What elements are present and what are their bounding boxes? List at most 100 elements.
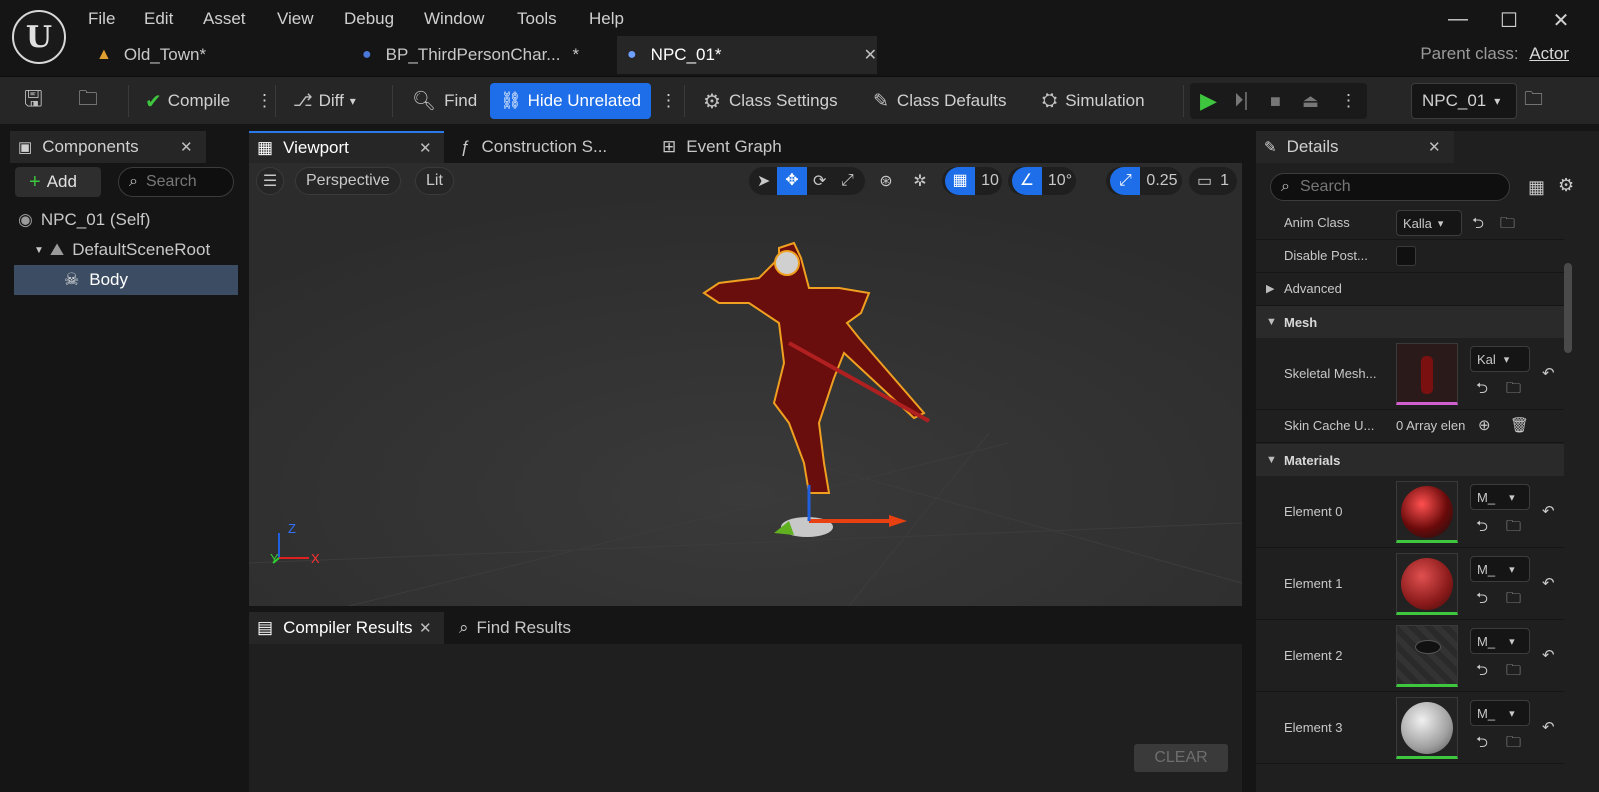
find-button[interactable]: 🔍︎ Find [412,77,477,125]
class-settings-button[interactable]: ⚙ Class Settings [703,77,838,125]
prop-advanced[interactable]: ▶ Advanced [1256,273,1564,306]
details-scrollbar[interactable] [1564,263,1572,353]
close-icon[interactable]: ✕ [419,139,432,157]
rotation-snap-control[interactable]: ∠ 10° [1008,167,1076,195]
browse-icon[interactable]: 🗀 [1506,588,1521,613]
close-icon[interactable]: ✕ [1546,8,1576,33]
compile-options-button[interactable]: ⋮ [256,77,273,125]
eject-icon[interactable]: ⏏ [1302,91,1319,112]
debug-object-dropdown[interactable]: NPC_01 ▾ [1411,83,1517,119]
use-selected-icon[interactable]: ⮌ [1476,732,1488,757]
browse-icon[interactable]: 🗀 [1506,732,1521,757]
browse-button[interactable]: 🗀 [78,77,98,125]
menu-help[interactable]: Help [589,9,624,29]
camera-speed-control[interactable]: ▭ 1 [1189,167,1237,195]
menu-file[interactable]: File [88,9,115,29]
lit-button[interactable]: Lit [415,167,454,195]
parent-class-link[interactable]: Actor [1529,44,1569,63]
menu-edit[interactable]: Edit [144,9,173,29]
tab-npc-01[interactable]: ● NPC_01* ✕ [617,36,877,74]
browse-icon[interactable]: 🗀 [1506,378,1521,403]
disable-post-checkbox[interactable] [1396,246,1416,266]
tab-old-town[interactable]: ▲ Old_Town* [88,36,338,74]
menu-asset[interactable]: Asset [203,9,246,29]
reset-icon[interactable]: ↶ [1542,718,1555,736]
more-vertical-icon[interactable]: ⋮ [1340,91,1357,111]
reset-icon[interactable]: ↶ [1542,646,1555,664]
material-combo[interactable]: M_ ▾ [1470,628,1530,654]
close-tab-icon[interactable]: ✕ [864,45,877,65]
material-thumbnail[interactable] [1396,553,1458,615]
viewport[interactable]: Z X Y ☰ Perspective Lit ➤ ✥ ⟳ ⤢ ⊛ ✲ ▦ 10… [249,163,1242,606]
close-icon[interactable]: ✕ [419,619,432,637]
viewport-options-button[interactable]: ☰ [256,167,284,195]
menu-view[interactable]: View [277,9,314,29]
tab-bp-thirdperson[interactable]: ● BP_ThirdPersonChar... * [356,36,606,74]
advance-frame-icon[interactable]: ⏵︎| [1234,90,1248,112]
scale-snap-control[interactable]: ⤢ 0.25 [1106,167,1182,195]
simulation-button[interactable]: ⛭ Simulation [1042,77,1145,125]
menu-window[interactable]: Window [424,9,484,29]
select-arrow-icon[interactable]: ➤ [757,171,770,191]
rotate-icon[interactable]: ⟳ [813,171,826,191]
reset-icon[interactable]: ↶ [1542,574,1555,592]
anim-class-combo[interactable]: Kalla ▾ [1396,210,1462,236]
minimize-icon[interactable]: — [1443,8,1473,31]
use-selected-icon[interactable]: ⮌ [1476,378,1488,403]
stop-icon[interactable]: ■ [1270,91,1281,112]
surface-snap-button[interactable]: ⊛ [871,167,901,195]
trash-icon[interactable]: 🗑 [1510,416,1529,434]
material-combo[interactable]: M_ ▾ [1470,700,1530,726]
save-button[interactable]: 🖫 [24,77,43,125]
add-element-icon[interactable]: ⊕ [1478,416,1491,434]
use-selected-icon[interactable]: ⮌ [1472,213,1484,238]
tab-construction-script[interactable]: ƒ Construction S... [460,131,607,163]
material-thumbnail[interactable] [1396,625,1458,687]
move-icon[interactable]: ✥ [777,167,807,195]
clear-button[interactable]: CLEAR [1134,744,1228,772]
gear-icon[interactable]: ⚙ [1558,175,1574,196]
details-search-input[interactable]: ⌕ Search [1270,173,1510,201]
category-materials[interactable]: ▼ Materials [1256,444,1564,476]
add-component-button[interactable]: + Add [15,167,101,197]
close-icon[interactable]: ✕ [180,138,193,156]
reset-icon[interactable]: ↶ [1542,364,1555,382]
tree-item-body[interactable]: ☠ Body [14,265,238,295]
maximize-icon[interactable]: ☐ [1494,8,1524,33]
browse-debug-button[interactable]: 🗀 [1524,77,1543,125]
material-thumbnail[interactable] [1396,697,1458,759]
tab-compiler-results[interactable]: ▤ Compiler Results ✕ [249,612,444,644]
category-mesh[interactable]: ▼ Mesh [1256,306,1564,338]
perspective-button[interactable]: Perspective [295,167,401,195]
tab-find-results[interactable]: ⌕ Find Results [459,612,571,644]
hide-unrelated-options[interactable]: ⋮ [660,77,677,125]
browse-icon[interactable]: 🗀 [1500,213,1515,238]
close-icon[interactable]: ✕ [1428,138,1441,156]
play-icon[interactable]: ▶ [1200,88,1217,114]
material-thumbnail[interactable] [1396,481,1458,543]
menu-tools[interactable]: Tools [517,9,557,29]
diff-button[interactable]: ⎇ Diff ▾ [293,77,356,125]
scale-icon[interactable]: ⤢ [841,172,854,190]
browse-icon[interactable]: 🗀 [1506,516,1521,541]
unreal-logo-icon[interactable]: U [12,10,66,64]
grid-snap-control[interactable]: ▦ 10 [942,167,1002,195]
material-combo[interactable]: M_ ▾ [1470,484,1530,510]
compile-button[interactable]: ✔ Compile [145,77,230,125]
use-selected-icon[interactable]: ⮌ [1476,516,1488,541]
tab-viewport[interactable]: ▦ Viewport ✕ [249,131,444,163]
browse-icon[interactable]: 🗀 [1506,660,1521,685]
material-combo[interactable]: M_ ▾ [1470,556,1530,582]
world-local-button[interactable]: ✲ [905,167,935,195]
hide-unrelated-button[interactable]: ⛓ Hide Unrelated [490,83,651,119]
table-view-icon[interactable]: ▦ [1528,177,1545,198]
tree-item-self[interactable]: ◉ NPC_01 (Self) [14,205,238,235]
components-search-input[interactable]: ⌕ Search [118,167,234,197]
menu-debug[interactable]: Debug [344,9,394,29]
skeletal-mesh-combo[interactable]: Kal ▾ [1470,346,1530,372]
tab-event-graph[interactable]: ⊞ Event Graph [662,131,782,163]
use-selected-icon[interactable]: ⮌ [1476,660,1488,685]
use-selected-icon[interactable]: ⮌ [1476,588,1488,613]
skeletal-mesh-thumbnail[interactable] [1396,343,1458,405]
tree-item-defaultsceneroot[interactable]: ▼ ⛰ DefaultSceneRoot [14,235,238,265]
